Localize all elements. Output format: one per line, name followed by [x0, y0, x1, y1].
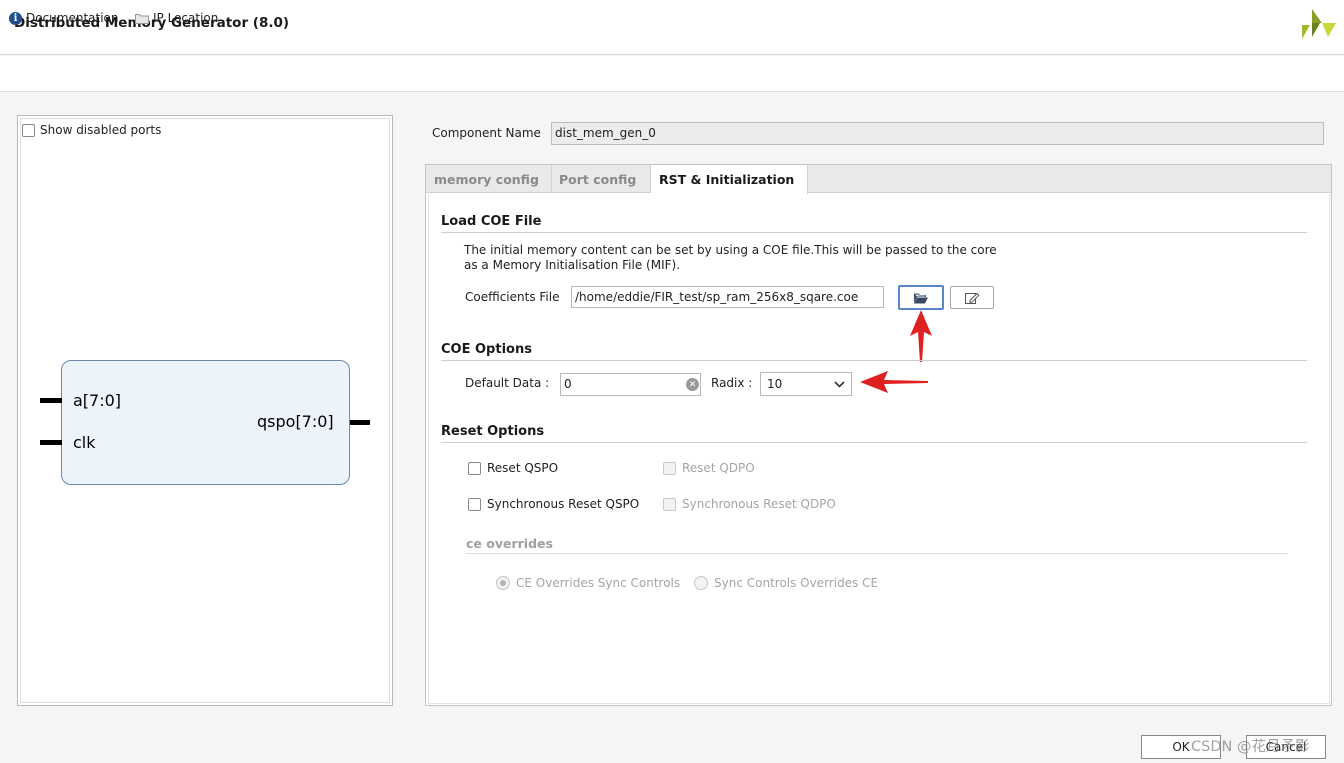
reset-qspo-label: Reset QSPO — [487, 461, 559, 475]
reset-options-section-title: Reset Options — [441, 424, 545, 439]
sync-overrides-ce-label: Sync Controls Overrides CE — [714, 576, 879, 590]
sync-reset-qspo-checkbox[interactable]: Synchronous Reset QSPO — [468, 497, 639, 511]
browse-file-button[interactable] — [898, 285, 944, 310]
coefficients-file-label: Coefficients File — [465, 290, 560, 304]
section-divider — [466, 553, 1288, 554]
checkbox-box[interactable] — [468, 461, 481, 475]
component-name-field[interactable]: dist_mem_gen_0 — [551, 122, 1324, 145]
coefficients-file-field[interactable]: /home/eddie/FIR_test/sp_ram_256x8_sqare.… — [571, 286, 884, 308]
folder-icon — [135, 13, 149, 24]
port-label-qspo: qspo[7:0] — [257, 412, 334, 431]
reset-qspo-checkbox[interactable]: Reset QSPO — [468, 461, 558, 475]
port-label-clk: clk — [73, 433, 96, 452]
tab-rst-initialization[interactable]: RST & Initialization — [651, 165, 808, 194]
radio-selected — [496, 576, 510, 590]
sync-reset-qdpo-checkbox: Synchronous Reset QDPO — [663, 497, 836, 511]
ip-location-link[interactable]: IP Location — [135, 11, 218, 25]
toolbar — [0, 56, 1344, 92]
radix-select[interactable]: 10 — [760, 372, 852, 396]
sync-overrides-ce-radio: Sync Controls Overrides CE — [694, 576, 878, 590]
tab-memory-config[interactable]: memory config — [426, 165, 552, 193]
sync-reset-qdpo-label: Synchronous Reset QDPO — [682, 497, 836, 511]
ip-location-label: IP Location — [153, 11, 219, 25]
coe-description-line2: as a Memory Initialisation File (MIF). — [464, 258, 681, 272]
chevron-down-icon — [834, 380, 845, 388]
reset-qdpo-label: Reset QDPO — [682, 461, 755, 475]
checkbox-box — [663, 461, 676, 475]
ce-overrides-sync-label: CE Overrides Sync Controls — [516, 576, 681, 590]
documentation-label: Documentation — [26, 11, 119, 25]
radix-value: 10 — [767, 377, 783, 391]
radix-label: Radix : — [711, 376, 753, 390]
documentation-link[interactable]: i Documentation — [9, 11, 119, 25]
ce-overrides-sync-radio: CE Overrides Sync Controls — [496, 576, 680, 590]
checkbox-box[interactable] — [22, 123, 35, 137]
tab-port-config[interactable]: Port config — [551, 165, 651, 193]
sync-reset-qspo-label: Synchronous Reset QSPO — [487, 497, 640, 511]
checkbox-box — [663, 497, 676, 511]
arrow-left-annotation-icon — [860, 371, 928, 393]
pin-qspo — [350, 420, 370, 425]
xilinx-logo-icon — [1298, 7, 1336, 41]
folder-open-icon — [914, 293, 928, 303]
default-data-label: Default Data : — [465, 376, 550, 390]
default-data-field[interactable]: 0 — [560, 373, 701, 396]
watermark-text: CSDN @花月矛影 — [1191, 739, 1310, 755]
reset-qdpo-checkbox: Reset QDPO — [663, 461, 755, 475]
coe-options-section-title: COE Options — [441, 342, 532, 357]
arrow-up-annotation-icon — [910, 310, 932, 362]
pin-clk — [40, 440, 62, 445]
ce-overrides-section-title: ce overrides — [466, 536, 553, 551]
load-coe-section-title: Load COE File — [441, 214, 542, 229]
component-name-label: Component Name — [432, 126, 541, 140]
coe-description-line1: The initial memory content can be set by… — [464, 243, 997, 257]
info-icon: i — [9, 11, 22, 25]
clear-icon[interactable]: ✕ — [686, 378, 699, 391]
section-divider — [441, 360, 1307, 361]
show-disabled-ports-label: Show disabled ports — [40, 123, 162, 137]
show-disabled-ports-checkbox[interactable]: Show disabled ports — [22, 123, 161, 137]
section-divider — [441, 232, 1307, 233]
section-divider — [441, 442, 1307, 443]
edit-file-button[interactable] — [950, 286, 994, 309]
pin-a — [40, 398, 62, 403]
checkbox-box[interactable] — [468, 497, 481, 511]
radio-unselected — [694, 576, 708, 590]
port-label-a: a[7:0] — [73, 391, 122, 410]
edit-icon — [965, 292, 980, 304]
